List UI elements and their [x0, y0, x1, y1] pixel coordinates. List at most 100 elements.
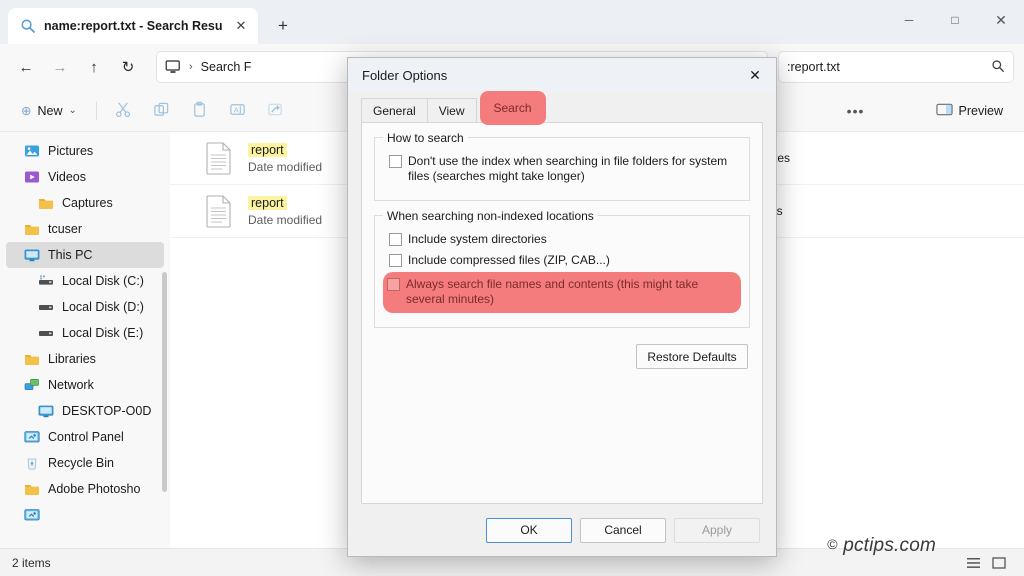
share-icon: [267, 101, 284, 121]
ok-button[interactable]: OK: [486, 518, 572, 543]
rename-button[interactable]: A: [221, 96, 255, 126]
folder-icon: [38, 195, 54, 211]
checkbox-dont-use-index[interactable]: Don't use the index when searching in fi…: [385, 152, 739, 186]
sidebar-item-this-pc[interactable]: This PC: [6, 242, 164, 268]
sidebar-item-adobe-photosho[interactable]: Adobe Photosho: [0, 476, 170, 502]
new-button[interactable]: ⊕ New ⌄: [12, 96, 86, 126]
forward-button[interactable]: →: [44, 51, 76, 83]
checkbox-include-system-directories[interactable]: Include system directories: [385, 230, 739, 249]
sidebar-item-desktop-o0d[interactable]: DESKTOP-O0D: [0, 398, 170, 424]
dialog-title-bar: Folder Options ✕: [348, 58, 776, 92]
sidebar-item-local-disk-e[interactable]: Local Disk (E:): [0, 320, 170, 346]
videos-icon: [24, 169, 40, 185]
back-button[interactable]: ←: [10, 51, 42, 83]
copyright-symbol: ©: [827, 536, 838, 552]
refresh-button[interactable]: ↻: [112, 51, 144, 83]
copy-icon: [153, 101, 170, 121]
window-controls: ─ □ ✕: [886, 0, 1024, 40]
dialog-tab-search[interactable]: Search: [480, 91, 546, 125]
control-panel-icon: [24, 429, 40, 445]
maximize-button[interactable]: □: [932, 0, 978, 40]
breadcrumb[interactable]: Search F: [201, 60, 252, 74]
sidebar-item-label: Adobe Photosho: [48, 482, 140, 496]
svg-text:A: A: [234, 105, 240, 114]
list-view-icon[interactable]: [960, 553, 986, 573]
search-icon: [20, 18, 36, 34]
checkbox-include-compressed-files[interactable]: Include compressed files (ZIP, CAB...): [385, 251, 739, 270]
restore-defaults-row: Restore Defaults: [374, 342, 750, 369]
cut-button[interactable]: [107, 96, 141, 126]
checkbox-icon[interactable]: [389, 155, 402, 168]
paste-button[interactable]: [183, 96, 217, 126]
sidebar-item-label: Recycle Bin: [48, 456, 114, 470]
breadcrumb-separator: ›: [187, 61, 195, 73]
checkbox-icon[interactable]: [387, 278, 400, 291]
file-name: report: [248, 196, 287, 210]
pictures-icon: [24, 143, 40, 159]
search-input[interactable]: :report.txt: [778, 51, 1014, 83]
restore-defaults-button[interactable]: Restore Defaults: [636, 344, 748, 369]
up-button[interactable]: ↑: [78, 51, 110, 83]
tab-strip: name:report.txt - Search Resul ✕ + ─ □ ✕: [0, 0, 1024, 44]
sidebar-item-local-disk-d[interactable]: Local Disk (D:): [0, 294, 170, 320]
rename-icon: A: [229, 101, 246, 121]
detail-view-icon[interactable]: [986, 553, 1012, 573]
preview-pane-icon: [936, 102, 953, 120]
sidebar-item-local-disk-c[interactable]: Local Disk (C:): [0, 268, 170, 294]
sidebar-item-network[interactable]: Network: [0, 372, 170, 398]
sidebar-item-control-panel[interactable]: Control Panel: [0, 424, 170, 450]
watermark-text: pctips.com: [843, 535, 936, 556]
minimize-button[interactable]: ─: [886, 0, 932, 40]
folder-icon: [24, 481, 40, 497]
search-tab-panel: How to search Don't use the index when s…: [361, 122, 763, 504]
cancel-button[interactable]: Cancel: [580, 518, 666, 543]
sidebar-item-item-14[interactable]: [0, 502, 170, 528]
new-tab-button[interactable]: +: [268, 11, 298, 41]
drive-icon: [38, 325, 54, 341]
checkbox-always-search-file-names-and-contents[interactable]: Always search file names and contents (t…: [383, 272, 741, 313]
sidebar-item-label: Control Panel: [48, 430, 124, 444]
close-window-button[interactable]: ✕: [978, 0, 1024, 40]
control-panel-icon: [24, 507, 40, 523]
drive-system-icon: [38, 273, 54, 289]
dialog-tab-general[interactable]: General: [361, 98, 428, 122]
sidebar-scrollbar[interactable]: [162, 272, 167, 492]
browser-tab-search-results[interactable]: name:report.txt - Search Resul ✕: [8, 8, 258, 44]
checkbox-label: Don't use the index when searching in fi…: [408, 154, 735, 184]
divider: [96, 102, 97, 120]
file-name: report: [248, 143, 287, 157]
folder-options-dialog: Folder Options ✕ GeneralViewSearch How t…: [347, 57, 777, 557]
sidebar-item-label: Captures: [62, 196, 113, 210]
checkbox-icon[interactable]: [389, 254, 402, 267]
folder-icon: [24, 351, 40, 367]
preview-pane-button[interactable]: Preview: [927, 96, 1012, 126]
text-file-icon: [204, 141, 234, 175]
sidebar-item-videos[interactable]: Videos: [0, 164, 170, 190]
file-size-cell: es: [764, 185, 1024, 238]
close-icon[interactable]: ✕: [738, 60, 772, 90]
close-icon[interactable]: ✕: [230, 15, 252, 37]
sidebar-item-libraries[interactable]: Libraries: [0, 346, 170, 372]
sidebar-item-captures[interactable]: Captures: [0, 190, 170, 216]
sidebar-item-label: This PC: [48, 248, 92, 262]
checkbox-label: Always search file names and contents (t…: [406, 277, 733, 307]
sidebar-item-tcuser[interactable]: tcuser: [0, 216, 170, 242]
apply-button: Apply: [674, 518, 760, 543]
checkbox-icon[interactable]: [389, 233, 402, 246]
search-icon[interactable]: [991, 59, 1005, 76]
more-options-button[interactable]: •••: [839, 96, 873, 126]
sidebar-item-recycle-bin[interactable]: Recycle Bin: [0, 450, 170, 476]
non-indexed-locations-group: When searching non-indexed locations Inc…: [374, 215, 750, 328]
tab-title: name:report.txt - Search Resul: [44, 19, 222, 33]
chevron-down-icon: ⌄: [69, 105, 77, 116]
dialog-tab-view[interactable]: View: [427, 98, 477, 122]
how-to-search-legend: How to search: [383, 131, 468, 145]
file-list-size-column: rteses: [764, 132, 1024, 548]
sidebar-item-pictures[interactable]: Pictures: [0, 138, 170, 164]
dialog-tab-bar: GeneralViewSearch: [348, 92, 776, 122]
share-button[interactable]: [259, 96, 293, 126]
copy-button[interactable]: [145, 96, 179, 126]
recycle-bin-icon: [24, 455, 40, 471]
this-pc-icon: [38, 403, 54, 419]
sidebar-item-label: Local Disk (E:): [62, 326, 143, 340]
